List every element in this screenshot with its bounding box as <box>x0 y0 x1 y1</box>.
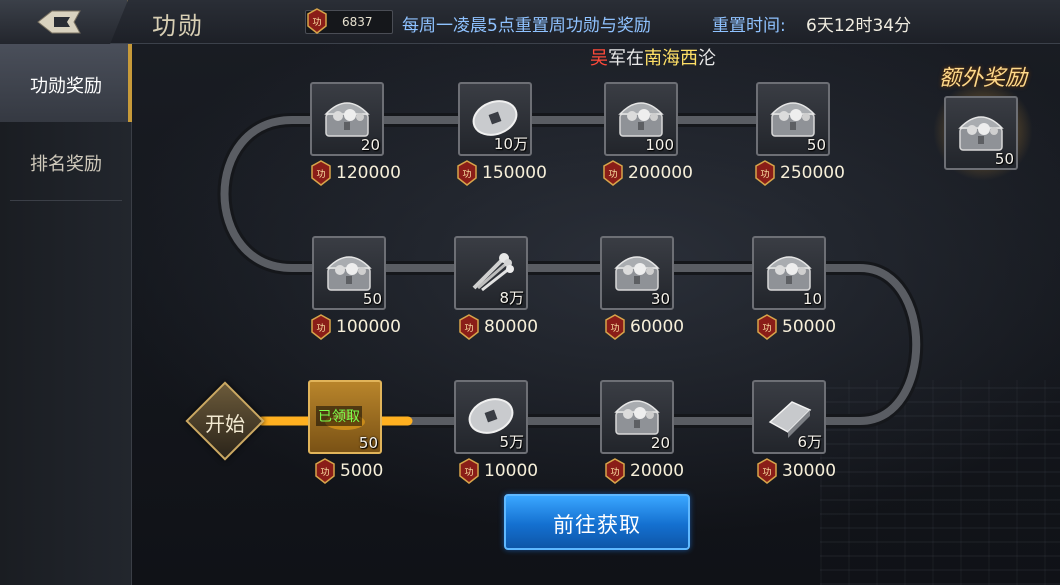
svg-text:功: 功 <box>610 467 619 478</box>
item-quantity: 30 <box>650 290 670 308</box>
reward-cost-value: 100000 <box>336 317 401 337</box>
reset-time-label: 重置时间: <box>712 16 786 36</box>
reward-item[interactable]: 10万 <box>458 82 534 158</box>
merit-badge-icon: 功 <box>757 314 777 340</box>
extra-reward-item[interactable]: 50 <box>944 96 1020 172</box>
merit-badge-icon: 功 <box>311 314 331 340</box>
svg-text:功: 功 <box>464 323 473 334</box>
svg-text:功: 功 <box>762 323 771 334</box>
sidebar: 功勋奖励 排名奖励 <box>0 44 132 585</box>
item-quantity: 50 <box>994 150 1014 168</box>
reward-cost-value: 150000 <box>482 163 547 183</box>
reward-item[interactable]: 30 <box>600 236 676 312</box>
item-quantity: 50 <box>358 434 378 452</box>
reward-item[interactable]: 20 <box>310 82 386 158</box>
item-quantity: 8万 <box>499 289 524 307</box>
marquee-text: 军在 <box>608 48 644 69</box>
svg-text:功: 功 <box>320 467 329 478</box>
svg-text:功: 功 <box>462 169 471 180</box>
top-bar: 功勋 6837 功 每周一凌晨5点重置周功勋与奖励 重置时间: 6天12时34分 <box>0 0 1060 44</box>
reward-item[interactable]: 50 <box>312 236 388 312</box>
reward-cost-value: 10000 <box>484 461 539 481</box>
reward-cost-value: 50000 <box>782 317 837 337</box>
merit-badge-icon: 功 <box>603 160 623 186</box>
marquee-location: 南海西 <box>644 48 698 69</box>
reward-cost-value: 5000 <box>340 461 384 481</box>
item-quantity: 50 <box>362 290 382 308</box>
merit-badge-icon: 功 <box>755 160 775 186</box>
item-quantity: 100 <box>645 136 674 154</box>
reward-cost-value: 30000 <box>782 461 837 481</box>
reward-cost-value: 60000 <box>630 317 685 337</box>
merit-badge-icon: 功 <box>457 160 477 186</box>
extra-reward: 额外奖励 50 <box>920 56 1046 186</box>
tab-merit-rewards[interactable]: 功勋奖励 <box>0 44 132 122</box>
svg-text:功: 功 <box>762 467 771 478</box>
reward-cost-value: 80000 <box>484 317 539 337</box>
merit-count: 6837 <box>342 15 373 29</box>
news-marquee: 吴军在南海西沦 <box>590 44 740 70</box>
page-title: 功勋 <box>152 12 204 40</box>
weekly-reset-note: 每周一凌晨5点重置周功勋与奖励 <box>402 16 651 36</box>
go-obtain-button[interactable]: 前往获取 <box>504 494 690 550</box>
svg-text:功: 功 <box>464 467 473 478</box>
item-quantity: 6万 <box>797 433 822 451</box>
svg-text:功: 功 <box>316 323 325 334</box>
extra-reward-label: 额外奖励 <box>938 66 1027 91</box>
reward-item[interactable]: 已领取 50 <box>308 380 384 456</box>
claimed-badge: 已领取 <box>316 406 362 426</box>
item-quantity: 5万 <box>499 433 524 451</box>
item-quantity: 50 <box>806 136 826 154</box>
reward-item[interactable]: 100 <box>604 82 680 158</box>
merit-badge-icon: 功 <box>459 458 479 484</box>
svg-text:功: 功 <box>608 169 617 180</box>
merit-badge-icon: 功 <box>315 458 335 484</box>
back-button[interactable] <box>0 0 128 44</box>
sidebar-divider <box>10 200 122 201</box>
reward-item[interactable]: 6万 <box>752 380 828 456</box>
tab-label: 排名奖励 <box>30 154 102 175</box>
item-quantity: 10 <box>802 290 822 308</box>
reward-item[interactable]: 20 <box>600 380 676 456</box>
back-arrow-icon <box>37 10 81 34</box>
svg-text:功: 功 <box>312 17 321 28</box>
merit-badge-icon: 功 <box>605 458 625 484</box>
merit-badge-icon: 功 <box>307 8 327 34</box>
item-quantity: 20 <box>650 434 670 452</box>
item-quantity: 20 <box>360 136 380 154</box>
reward-cost-value: 120000 <box>336 163 401 183</box>
merit-badge-icon: 功 <box>757 458 777 484</box>
merit-badge-icon: 功 <box>311 160 331 186</box>
svg-text:功: 功 <box>610 323 619 334</box>
svg-text:功: 功 <box>760 169 769 180</box>
svg-text:功: 功 <box>316 169 325 180</box>
reward-cost-value: 200000 <box>628 163 693 183</box>
reward-item[interactable]: 5万 <box>454 380 530 456</box>
reward-cost-value: 250000 <box>780 163 845 183</box>
reward-cost-value: 20000 <box>630 461 685 481</box>
marquee-faction: 吴 <box>590 48 608 69</box>
marquee-text-tail: 沦 <box>698 48 716 69</box>
reward-item[interactable]: 10 <box>752 236 828 312</box>
tab-label: 功勋奖励 <box>30 76 102 97</box>
merit-badge-icon: 功 <box>605 314 625 340</box>
tab-rank-rewards[interactable]: 排名奖励 <box>0 122 132 200</box>
merit-badge-icon: 功 <box>459 314 479 340</box>
start-marker: 开始 <box>185 381 265 461</box>
go-obtain-label: 前往获取 <box>553 513 641 537</box>
start-label: 开始 <box>205 412 245 436</box>
reset-time-value: 6天12时34分 <box>806 16 912 36</box>
item-quantity: 10万 <box>493 135 528 153</box>
reward-item[interactable]: 50 <box>756 82 832 158</box>
reward-item[interactable]: 8万 <box>454 236 530 312</box>
